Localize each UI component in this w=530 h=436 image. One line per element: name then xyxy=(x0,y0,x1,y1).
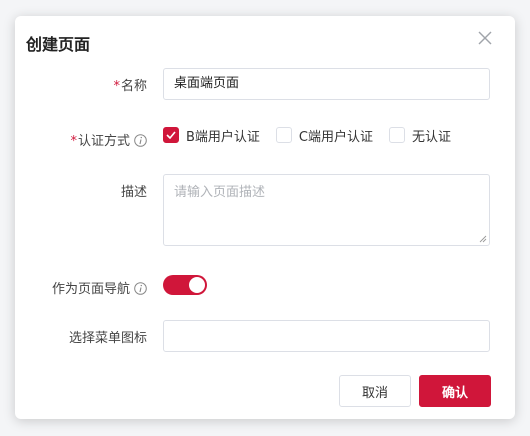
navigation-label-row: 作为页面导航 xyxy=(17,278,147,297)
toggle-knob xyxy=(189,277,205,293)
description-textarea[interactable]: 请输入页面描述 xyxy=(163,174,490,246)
confirm-button[interactable]: 确认 xyxy=(419,375,491,407)
auth-option-c[interactable]: C端用户认证 xyxy=(275,126,373,145)
resize-handle-icon[interactable] xyxy=(479,235,487,243)
auth-option-label: 无认证 xyxy=(412,129,452,145)
name-label: 名称 xyxy=(120,79,147,94)
dialog-title: 创建页面 xyxy=(26,35,91,54)
menu-icon-label: 选择菜单图标 xyxy=(68,331,147,346)
info-icon[interactable] xyxy=(134,282,147,295)
cancel-button[interactable]: 取消 xyxy=(339,375,411,407)
checkbox-unchecked[interactable] xyxy=(389,127,405,143)
auth-label-row: *认证方式 xyxy=(17,130,147,149)
auth-option-label: C端用户认证 xyxy=(298,129,373,145)
auth-option-label: B端用户认证 xyxy=(186,129,260,145)
name-label-row: *名称 xyxy=(17,75,147,94)
info-icon[interactable] xyxy=(134,134,147,147)
auth-checkbox-group: B端用户认证 C端用户认证 无认证 xyxy=(163,125,467,145)
name-input[interactable]: 桌面端页面 xyxy=(163,68,490,100)
description-placeholder: 请输入页面描述 xyxy=(174,185,266,200)
navigation-toggle[interactable] xyxy=(163,275,207,295)
required-mark: * xyxy=(113,79,120,94)
create-page-dialog: 创建页面 *名称 桌面端页面 *认证方式 B端用户认证 C端用户认证 无认证 描… xyxy=(15,16,515,419)
menu-icon-input[interactable] xyxy=(163,320,490,352)
auth-option-b[interactable]: B端用户认证 xyxy=(163,126,260,145)
description-label: 描述 xyxy=(120,185,147,200)
required-mark: * xyxy=(70,134,77,149)
check-icon xyxy=(166,131,176,139)
checkbox-checked[interactable] xyxy=(163,127,179,143)
auth-option-none[interactable]: 无认证 xyxy=(389,126,451,145)
checkbox-unchecked[interactable] xyxy=(275,127,292,143)
auth-label: 认证方式 xyxy=(77,134,130,149)
close-icon[interactable] xyxy=(477,30,493,46)
navigation-label: 作为页面导航 xyxy=(51,282,130,297)
